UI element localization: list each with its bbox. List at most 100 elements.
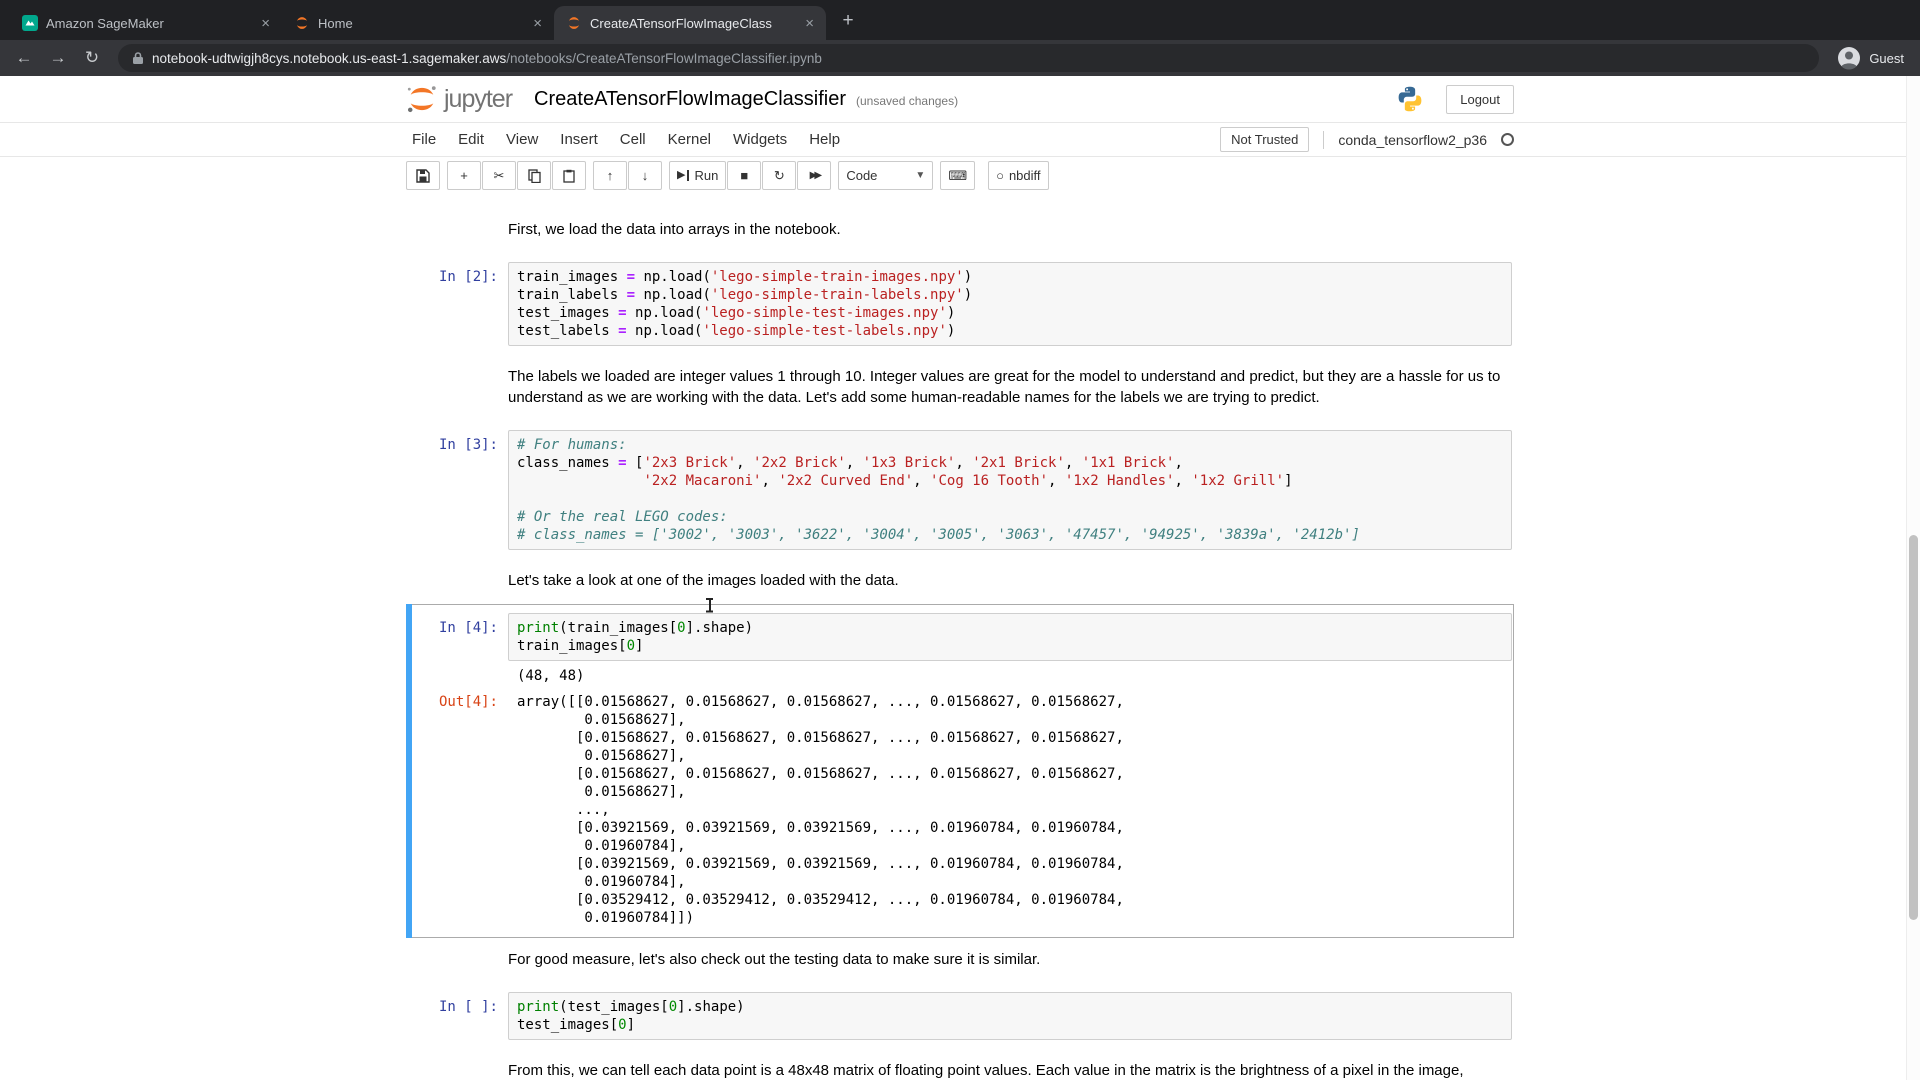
run-button[interactable]: ▶Run [669,161,726,190]
menu-item-file[interactable]: File [406,123,447,156]
scrollbar[interactable] [1906,76,1920,1080]
scrollbar-thumb[interactable] [1909,535,1918,920]
cell-row: The labels we loaded are integer values … [408,364,1512,412]
kernel-status-icon [1501,133,1514,146]
avatar [1837,46,1861,70]
menu-item-cell[interactable]: Cell [609,123,657,156]
markdown-cell[interactable]: From this, we can tell each data point i… [406,1049,1514,1078]
output-row: (48, 48) [408,661,1512,687]
command-palette-button[interactable]: ⌨ [940,161,975,190]
code-cell[interactable]: In [2]:train_images = np.load('lego-simp… [406,253,1514,355]
paste-cell-button[interactable] [552,161,586,190]
output-prompt: Out[4]: [408,687,508,711]
code-line [517,490,1503,508]
cell-type-select[interactable]: Code▼ [838,161,933,190]
jupyter-wordmark[interactable]: jupyter [444,85,512,114]
code-input[interactable]: print(train_images[0].shape)train_images… [508,613,1512,661]
save-status: (unsaved changes) [856,94,958,108]
input-prompt: In [3]: [408,430,508,454]
code-cell[interactable]: In [4]:print(train_images[0].shape)train… [406,604,1514,938]
code-cell[interactable]: In [ ]:print(test_images[0].shape)test_i… [406,983,1514,1049]
empty-prompt [408,364,508,370]
back-icon[interactable]: ← [10,44,38,72]
code-input[interactable]: print(test_images[0].shape)test_images[0… [508,992,1512,1040]
cell-row: First, we load the data into arrays in t… [408,217,1512,244]
menu-item-help[interactable]: Help [798,123,851,156]
menu-item-insert[interactable]: Insert [549,123,609,156]
browser-tabstrip: Amazon SageMaker×Home×CreateATensorFlowI… [0,0,1920,40]
browser-tab[interactable]: Amazon SageMaker× [10,6,282,40]
jupyter-favicon [294,15,310,31]
forward-icon[interactable]: → [44,44,72,72]
move-cell-down-button[interactable]: ↓ [628,161,662,190]
lock-icon [132,51,144,65]
nbdiff-button[interactable]: ○nbdiff [988,161,1048,190]
browser-tab[interactable]: Home× [282,6,554,40]
fast-forward-icon: ▶▶ [810,170,819,181]
copy-cell-button[interactable] [517,161,551,190]
address-bar[interactable]: notebook-udtwigjh8cys.notebook.us-east-1… [118,44,1819,72]
code-line: train_images[0] [517,637,1503,655]
jupyter-header: jupyter CreateATensorFlowImageClassifier… [0,76,1920,123]
menu-item-edit[interactable]: Edit [447,123,495,156]
code-line: test_images = np.load('lego-simple-test-… [517,304,1503,322]
add-cell-button[interactable]: + [447,161,481,190]
tab-close-icon[interactable]: × [801,15,818,32]
code-line: # class_names = ['3002', '3003', '3622',… [517,526,1503,544]
sagemaker-favicon [22,15,38,31]
restart-run-all-button[interactable]: ▶▶ [797,161,831,190]
cell-row: For good measure, let's also check out t… [408,947,1512,974]
cell-row: In [ ]:print(test_images[0].shape)test_i… [408,992,1512,1040]
input-prompt: In [4]: [408,613,508,637]
menu-item-kernel[interactable]: Kernel [657,123,722,156]
python-logo-icon [1396,85,1424,113]
cell-row: In [3]:# For humans:class_names = ['2x3 … [408,430,1512,550]
empty-prompt [408,1058,508,1064]
code-line: print(test_images[0].shape) [517,998,1503,1016]
markdown-cell[interactable]: For good measure, let's also check out t… [406,938,1514,983]
code-input[interactable]: # For humans:class_names = ['2x3 Brick',… [508,430,1512,550]
new-tab-button[interactable]: + [834,7,862,35]
copy-icon [528,169,541,183]
input-prompt: In [ ]: [408,992,508,1016]
empty-prompt [408,217,508,223]
code-line: print(train_images[0].shape) [517,619,1503,637]
empty-prompt [408,568,508,574]
profile-chip[interactable]: Guest [1831,46,1910,70]
jupyter-logo-icon[interactable] [406,84,438,114]
kernel-name: conda_tensorflow2_p36 [1338,132,1487,148]
markdown-cell[interactable]: The labels we loaded are integer values … [406,355,1514,421]
save-button[interactable] [406,161,440,190]
code-line: # For humans: [517,436,1503,454]
run-icon: ▶ [677,170,689,181]
cut-cell-button[interactable]: ✂ [482,161,516,190]
url-host: notebook-udtwigjh8cys.notebook.us-east-1… [152,51,506,66]
not-trusted-button[interactable]: Not Trusted [1220,127,1309,152]
output-text: (48, 48) [508,661,1512,687]
notebook-scroll-area[interactable]: First, we load the data into arrays in t… [0,194,1920,1078]
chevron-down-icon: ▼ [915,170,925,181]
stop-button[interactable]: ■ [727,161,761,190]
tab-close-icon[interactable]: × [257,15,274,32]
tab-close-icon[interactable]: × [529,15,546,32]
move-cell-up-button[interactable]: ↑ [593,161,627,190]
reload-icon[interactable]: ↻ [78,44,106,72]
notebook-title[interactable]: CreateATensorFlowImageClassifier [534,88,846,111]
menubar-separator [1323,131,1324,149]
notebook-container: First, we load the data into arrays in t… [406,194,1514,1078]
input-prompt: In [2]: [408,262,508,286]
code-line: test_images[0] [517,1016,1503,1034]
cell-row: In [4]:print(train_images[0].shape)train… [408,613,1512,661]
menu-item-widgets[interactable]: Widgets [722,123,798,156]
output-text: array([[0.01568627, 0.01568627, 0.015686… [508,687,1512,929]
markdown-cell[interactable]: Let's take a look at one of the images l… [406,559,1514,604]
code-input[interactable]: train_images = np.load('lego-simple-trai… [508,262,1512,346]
code-cell[interactable]: In [3]:# For humans:class_names = ['2x3 … [406,421,1514,559]
menubar: FileEditViewInsertCellKernelWidgetsHelp … [0,123,1920,157]
logout-button[interactable]: Logout [1446,85,1514,114]
markdown-cell[interactable]: First, we load the data into arrays in t… [406,208,1514,253]
menu-item-view[interactable]: View [495,123,549,156]
browser-tab[interactable]: CreateATensorFlowImageClass× [554,6,826,40]
restart-kernel-button[interactable]: ↻ [762,161,796,190]
code-line: # Or the real LEGO codes: [517,508,1503,526]
